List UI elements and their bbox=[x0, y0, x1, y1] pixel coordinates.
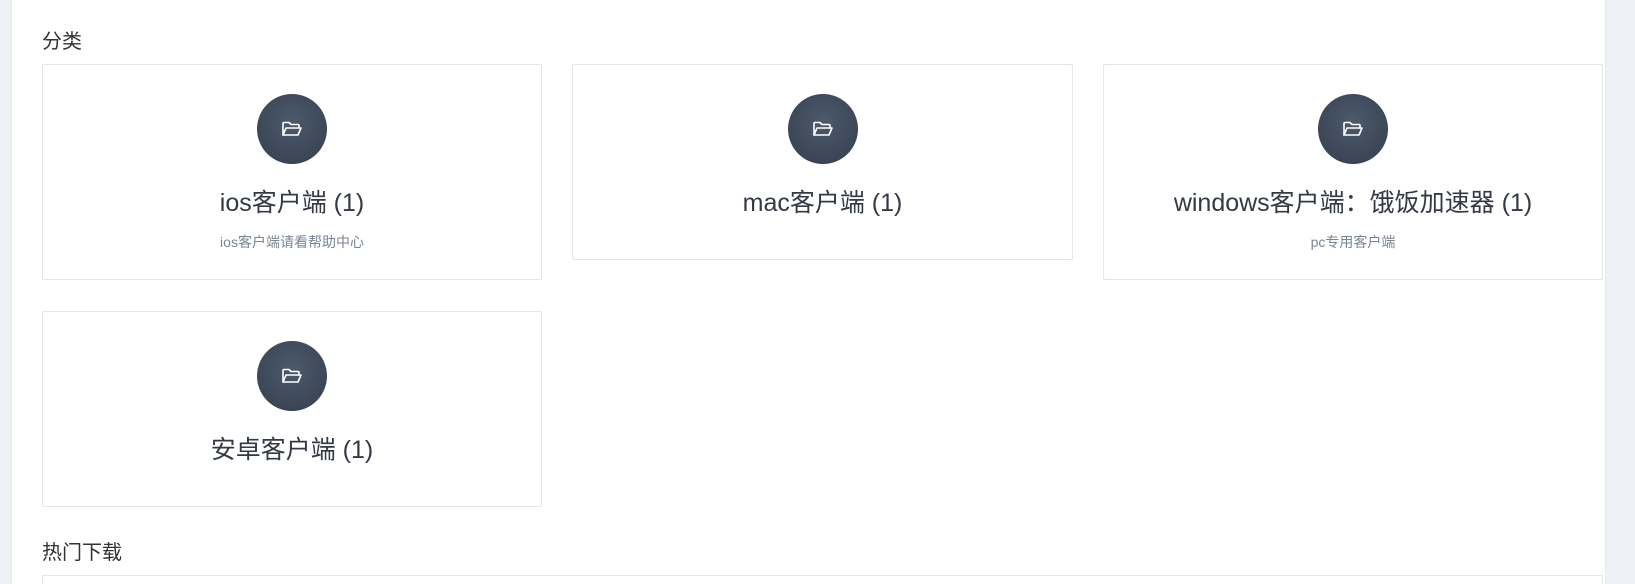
folder-open-icon bbox=[1318, 94, 1388, 164]
section-title-hot-downloads: 热门下载 bbox=[42, 542, 122, 564]
category-title: mac客户端 (1) bbox=[742, 189, 903, 217]
folder-open-icon bbox=[787, 94, 858, 164]
folder-open-icon bbox=[257, 94, 327, 164]
category-card-windows[interactable]: windows客户端：饿饭加速器 (1) pc专用客户端 bbox=[1103, 64, 1603, 280]
folder-open-icon bbox=[257, 341, 327, 411]
hot-downloads-panel bbox=[42, 575, 1603, 584]
category-title: windows客户端：饿饭加速器 (1) bbox=[1173, 189, 1533, 217]
right-scrollbar-area[interactable] bbox=[1605, 0, 1635, 584]
category-card-mac[interactable]: mac客户端 (1) bbox=[572, 64, 1073, 260]
category-card-android[interactable]: 安卓客户端 (1) bbox=[42, 311, 542, 507]
category-title: ios客户端 (1) bbox=[219, 189, 365, 217]
page: 分类 ios客户端 (1) ios客户端请看帮助中心 mac客户端 (1) wi… bbox=[0, 0, 1635, 584]
left-sidebar-edge bbox=[0, 0, 12, 584]
category-description: pc专用客户端 bbox=[1310, 234, 1396, 250]
category-title: 安卓客户端 (1) bbox=[210, 436, 374, 464]
category-description: ios客户端请看帮助中心 bbox=[220, 234, 364, 250]
section-title-categories: 分类 bbox=[42, 31, 82, 53]
category-card-ios[interactable]: ios客户端 (1) ios客户端请看帮助中心 bbox=[42, 64, 542, 280]
